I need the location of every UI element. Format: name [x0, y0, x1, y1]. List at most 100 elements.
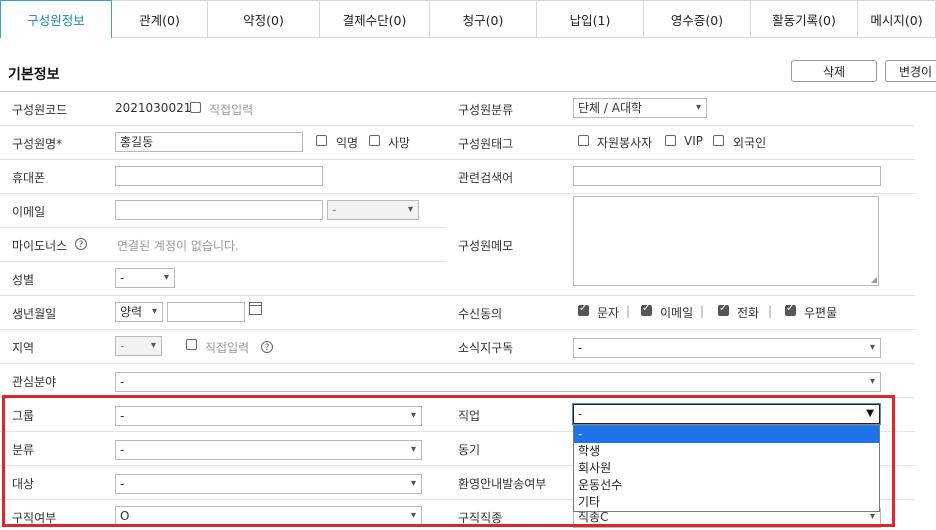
divider	[0, 91, 936, 92]
chevron-down-icon: ▾	[151, 306, 157, 317]
region-value: -	[120, 339, 125, 353]
newsletter-select[interactable]: - ▾	[573, 338, 881, 358]
welcome-sent-label: 환영안내발송여부	[458, 477, 547, 491]
job-type-label: 구직직종	[458, 511, 503, 525]
tab-receipts[interactable]: 영수증(0)	[644, 0, 751, 38]
member-name-input[interactable]: 홍길동	[115, 132, 303, 152]
tab-messages[interactable]: 메시지(0)	[858, 0, 936, 38]
target-value: -	[120, 477, 125, 491]
delete-button[interactable]: 삭제	[791, 60, 877, 82]
member-category-value: 단체 / A대학	[578, 101, 643, 115]
tab-pledges[interactable]: 약정(0)	[208, 0, 320, 38]
row-divider	[0, 397, 915, 398]
related-keyword-input[interactable]	[573, 166, 881, 186]
anonymous-label: 익명	[336, 136, 359, 150]
target-label: 대상	[12, 477, 35, 491]
direct-input-label: 직접입력	[209, 103, 254, 117]
row-divider	[0, 193, 915, 194]
member-category-select[interactable]: 단체 / A대학 ▾	[573, 98, 707, 118]
direct-input-checkbox[interactable]	[190, 102, 201, 113]
tab-billing[interactable]: 청구(0)	[430, 0, 537, 38]
motive-label: 동기	[458, 443, 481, 457]
email-label: 이메일	[12, 205, 46, 219]
consent-phone-checkbox[interactable]	[718, 303, 729, 316]
occupation-option[interactable]: 기타	[574, 494, 879, 511]
occupation-option[interactable]: 회사원	[574, 460, 879, 477]
deceased-checkbox[interactable]	[369, 135, 380, 146]
tab-member-info[interactable]: 구성원정보	[0, 0, 112, 38]
gender-select[interactable]: - ▾	[115, 268, 175, 288]
tag-volunteer-checkbox[interactable]	[578, 135, 589, 146]
region-direct-input-checkbox[interactable]	[186, 339, 197, 350]
tab-bar: 구성원정보 관계(0) 약정(0) 결제수단(0) 청구(0) 납입(1) 영수…	[0, 0, 936, 38]
calendar-type-select[interactable]: 양력 ▾	[115, 302, 163, 322]
tab-activity-log[interactable]: 활동기록(0)	[751, 0, 858, 38]
tag-foreigner-label: 외국인	[733, 136, 767, 150]
tag-foreigner-checkbox[interactable]	[713, 135, 724, 146]
job-seeking-value: O	[120, 509, 130, 523]
job-seeking-select[interactable]: O ▾	[115, 506, 422, 526]
tag-vip-checkbox[interactable]	[665, 135, 676, 146]
tab-payment-methods[interactable]: 결제수단(0)	[320, 0, 430, 38]
email-input[interactable]	[115, 200, 323, 220]
member-memo-label: 구성원메모	[458, 239, 514, 253]
occupation-option[interactable]: 운동선수	[574, 477, 879, 494]
region-select[interactable]: - ▾	[115, 336, 162, 356]
birthdate-input[interactable]	[167, 302, 245, 322]
group-select[interactable]: - ▾	[115, 406, 422, 426]
phone-input[interactable]	[115, 166, 323, 186]
group-label: 그룹	[12, 409, 35, 423]
consent-sms-checkbox[interactable]	[578, 303, 589, 316]
target-select[interactable]: - ▾	[115, 474, 422, 494]
help-icon[interactable]: ?	[261, 341, 273, 353]
resize-handle-icon[interactable]: ◢	[871, 275, 877, 284]
deceased-label: 사망	[388, 136, 411, 150]
tab-relations[interactable]: 관계(0)	[112, 0, 208, 38]
member-code-label: 구성원코드	[12, 103, 68, 117]
separator: |	[700, 304, 705, 318]
newsletter-value: -	[578, 341, 583, 355]
occupation-option[interactable]: 학생	[574, 443, 879, 460]
row-divider	[0, 159, 915, 160]
row-divider	[0, 261, 446, 262]
related-keyword-label: 관련검색어	[458, 171, 514, 185]
interest-value: -	[120, 375, 125, 389]
chevron-down-icon: ▾	[410, 410, 416, 421]
occupation-dropdown-list: - 학생 회사원 운동선수 기타	[573, 425, 880, 512]
gender-label: 성별	[12, 273, 35, 287]
calendar-icon[interactable]	[249, 302, 262, 315]
row-divider	[0, 125, 915, 126]
tag-volunteer-label: 자원봉사자	[597, 136, 653, 150]
change-history-button[interactable]: 변경이	[885, 60, 936, 82]
email-domain-select[interactable]: - ▾	[327, 200, 419, 220]
interest-label: 관심분야	[12, 375, 57, 389]
chevron-down-icon: ▾	[407, 204, 413, 215]
consent-mail-checkbox[interactable]	[785, 303, 796, 316]
classification-label: 분류	[12, 443, 35, 457]
consent-sms-label: 문자	[597, 306, 620, 320]
consent-email-checkbox[interactable]	[641, 303, 652, 316]
chevron-down-icon: ▾	[869, 342, 875, 353]
job-seeking-label: 구직여부	[12, 511, 57, 525]
tab-payments[interactable]: 납입(1)	[537, 0, 644, 38]
member-memo-textarea[interactable]: ◢	[573, 196, 879, 286]
chevron-down-icon: ▾	[410, 478, 416, 489]
consent-email-label: 이메일	[660, 306, 694, 320]
occupation-select[interactable]: - ▼	[572, 403, 881, 425]
occupation-option[interactable]: -	[574, 426, 879, 443]
consent-mail-label: 우편물	[804, 306, 838, 320]
member-category-label: 구성원분류	[458, 103, 514, 117]
row-divider	[0, 295, 915, 296]
chevron-down-icon: ▾	[163, 272, 169, 283]
interest-select[interactable]: - ▾	[115, 372, 881, 392]
help-icon[interactable]: ?	[75, 238, 87, 250]
mydonors-value: 연결된 계정이 없습니다.	[117, 239, 239, 253]
tag-vip-label: VIP	[684, 134, 703, 148]
classification-select[interactable]: - ▾	[115, 440, 422, 460]
separator: |	[626, 304, 631, 318]
anonymous-checkbox[interactable]	[316, 135, 327, 146]
occupation-value: -	[578, 407, 583, 421]
job-type-value: 직종C	[578, 510, 609, 524]
consent-label: 수신동의	[458, 307, 503, 321]
region-direct-input-label: 직접입력	[205, 341, 250, 355]
